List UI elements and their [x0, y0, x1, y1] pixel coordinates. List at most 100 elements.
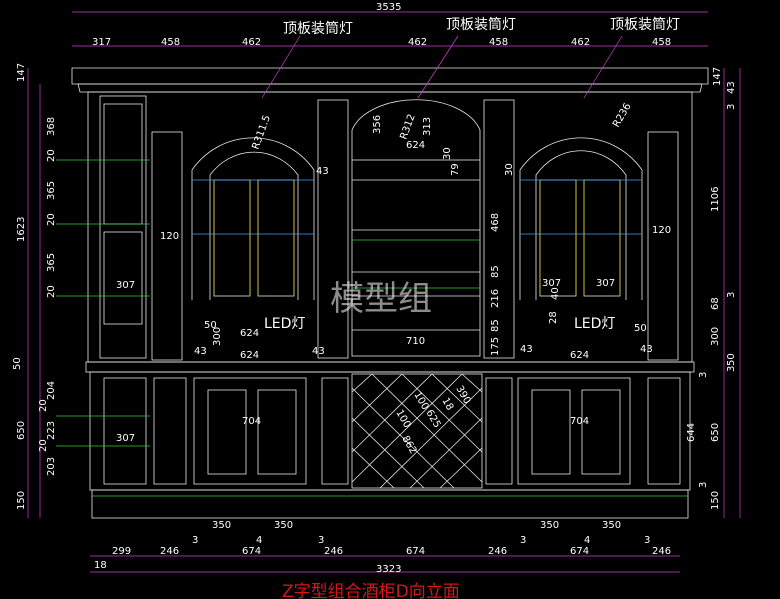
led-label: LED灯 [574, 316, 615, 332]
left-dim: 368 [46, 117, 57, 136]
door-dimension-row: 350 350 350 350 3 4 3 3 4 3 [192, 520, 650, 546]
top-dim: 458 [652, 37, 671, 48]
top-dim: 462 [242, 37, 261, 48]
left-dim: 50 [12, 357, 23, 370]
right-dim: 644 [686, 423, 697, 442]
arch-mid-h1: 356 [372, 115, 383, 134]
door-dim: 350 [212, 520, 231, 531]
right-total: 650 [710, 423, 721, 442]
top-dim: 317 [92, 37, 111, 48]
led-width: 624 [240, 350, 259, 361]
door-dim: 350 [540, 520, 559, 531]
arch-radius-right: R236 [611, 101, 634, 129]
arch-radius-mid: R312 [398, 113, 417, 141]
mark-43: 43 [640, 344, 653, 355]
left-dim: 365 [46, 253, 57, 272]
callout-label-2: 顶板装筒灯 [446, 16, 516, 33]
bottom-dim: 246 [324, 546, 343, 557]
shelf-307: 307 [116, 280, 135, 291]
side-mark: 120 [160, 231, 179, 242]
door-dim: 350 [602, 520, 621, 531]
cad-elevation-drawing: 顶板装筒灯 顶板装筒灯 顶板装筒灯 3535 317 458 462 462 4… [12, 2, 741, 599]
top-dim: 462 [408, 37, 427, 48]
left-dim: 223 [46, 421, 57, 440]
side-mark-right: 120 [652, 225, 671, 236]
right-dim: 50 [726, 353, 737, 366]
led-300: 300 [212, 327, 223, 346]
shelf-307: 307 [116, 433, 135, 444]
left-total: 1623 [16, 217, 27, 242]
gap-mark: 3 [644, 535, 650, 546]
mid-dim: 216 [490, 289, 501, 308]
top-dim: 462 [571, 37, 590, 48]
bottom-dim: 246 [160, 546, 179, 557]
right-dim: 147 [712, 67, 723, 86]
bottom-dim: 246 [652, 546, 671, 557]
arch-mid-h2: 313 [422, 117, 433, 136]
bottom-offset: 18 [94, 560, 107, 571]
mark-43: 43 [520, 344, 533, 355]
gap-mark: 4 [256, 535, 262, 546]
arch-mid-width: 624 [406, 140, 425, 151]
glass-shelves [192, 179, 642, 235]
bottom-dim: 674 [242, 546, 261, 557]
led-50: 50 [634, 323, 647, 334]
right-dim: 300 [710, 327, 721, 346]
door-dim: 350 [274, 520, 293, 531]
lower-704: 704 [570, 416, 589, 427]
top-dim: 458 [489, 37, 508, 48]
bottom-dim: 299 [112, 546, 131, 557]
arch-radius-left: R311.5 [250, 114, 273, 151]
right-dimension-column: 147 43 3 1106 3 68 300 3 50 3 644 3 150 … [686, 67, 737, 510]
lower-704: 704 [242, 416, 261, 427]
left-dim: 147 [16, 63, 27, 82]
right-dim: 68 [710, 297, 721, 310]
bottom-dim: 246 [488, 546, 507, 557]
right-dim: 3 [726, 292, 737, 298]
top-dim: 458 [161, 37, 180, 48]
shelf-307: 307 [596, 278, 615, 289]
right-dim: 43 [726, 81, 737, 94]
led-width: 624 [240, 328, 259, 339]
mid-dim: 30 [442, 147, 453, 160]
right-dim: 3 [726, 104, 737, 110]
bottom-total: 3323 [376, 564, 401, 575]
left-dim: 204 [46, 381, 57, 400]
left-dim: 20 [38, 439, 49, 452]
mid-dim: 85 [490, 265, 501, 278]
lattice-dim: 100 [411, 390, 430, 412]
led-width: 624 [570, 350, 589, 361]
left-dim: 203 [46, 457, 57, 476]
left-dim: 365 [46, 181, 57, 200]
led-28: 28 [548, 311, 559, 324]
mark-43: 43 [194, 346, 207, 357]
right-dim: 3 [698, 372, 709, 378]
mark-43: 43 [312, 346, 325, 357]
left-dim: 20 [46, 149, 57, 162]
gap-mark: 3 [318, 535, 324, 546]
left-dim: 150 [16, 491, 27, 510]
mid-dim: 30 [504, 163, 515, 176]
bottom-dim: 674 [570, 546, 589, 557]
left-dim: 20 [38, 399, 49, 412]
callout-label-1: 顶板装筒灯 [283, 20, 353, 37]
mid-dim: 175 [490, 337, 501, 356]
overall-width-dim: 3535 [376, 2, 401, 13]
gap-mark: 3 [192, 535, 198, 546]
bottom-dimension-row: 299 246 674 246 674 246 674 246 18 3323 [94, 546, 671, 575]
right-dim: 1106 [710, 187, 721, 212]
lattice-dim: 390 [453, 384, 472, 406]
shelf-width: 710 [406, 336, 425, 347]
watermark: 模型组 [330, 279, 432, 319]
left-dim: 20 [46, 213, 57, 226]
mark-43: 43 [316, 166, 329, 177]
gap-mark: 3 [520, 535, 526, 546]
left-dim: 20 [46, 285, 57, 298]
bottom-dim: 674 [406, 546, 425, 557]
callout-label-3: 顶板装筒灯 [610, 16, 680, 33]
mid-dim: 85 [490, 319, 501, 332]
drawing-title: Z字型组合酒柜D向立面 [282, 582, 460, 599]
right-dim: 3 [698, 482, 709, 488]
left-dimension-column: 147 368 20 365 20 365 20 50 204 20 223 2… [12, 63, 57, 510]
led-40: 40 [550, 287, 561, 300]
